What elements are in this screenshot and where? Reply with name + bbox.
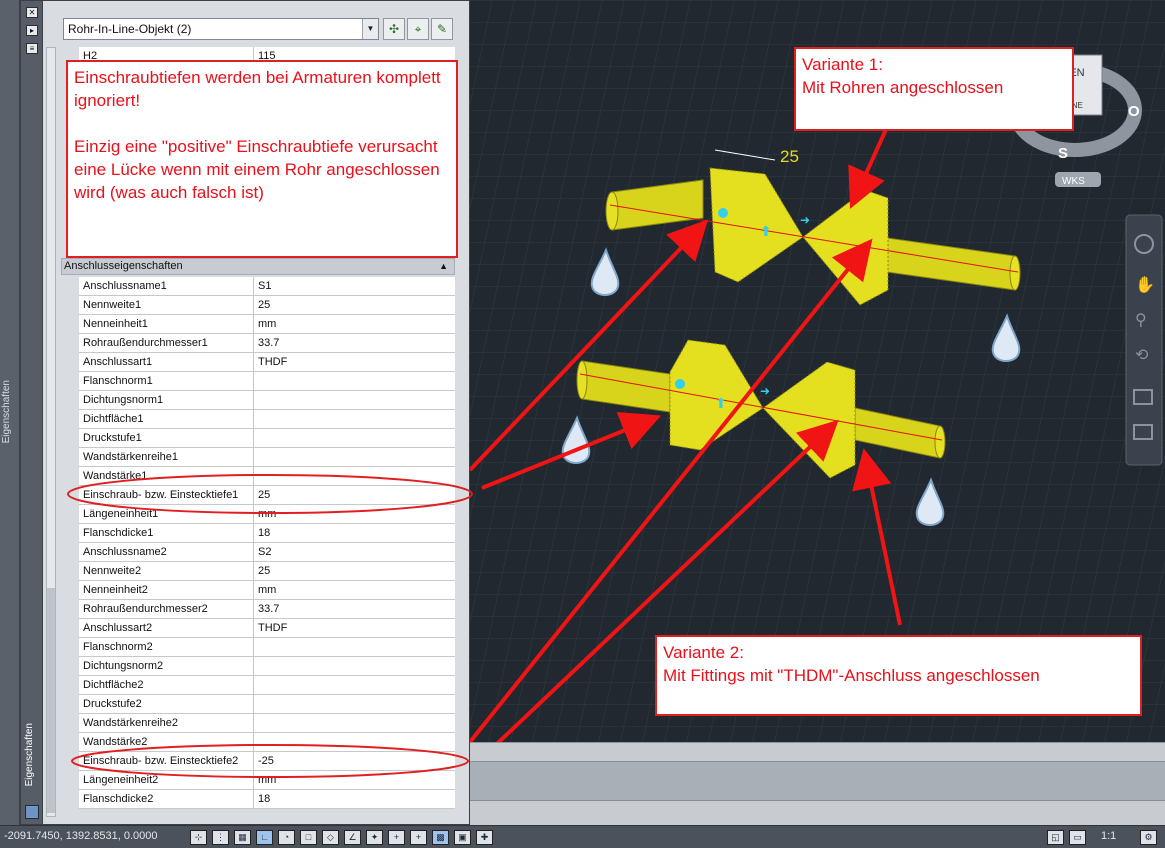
lineweight-icon[interactable]: + (410, 830, 427, 845)
variant2-callout: Variante 2: Mit Fittings mit "THDM"-Ansc… (655, 635, 1142, 716)
annotation-monitor-icon[interactable]: ✚ (476, 830, 493, 845)
cursor-coordinates[interactable]: -2091.7450, 1392.8531, 0.0000 (4, 830, 158, 842)
app-window: Eigenschaften ✕ ▸ ≡ Eigenschaften Rohr-I… (0, 0, 1165, 848)
dynamic-input-icon[interactable]: + (388, 830, 405, 845)
quick-view-icon[interactable]: ▭ (1069, 830, 1086, 845)
polar-tracking-icon[interactable]: ◔ (278, 830, 295, 845)
highlight-ellipse-1 (67, 474, 473, 514)
model-space-icon[interactable]: ◱ (1047, 830, 1064, 845)
snap-tracking-icon[interactable]: ∠ (344, 830, 361, 845)
snap-mode-icon[interactable]: ⋮ (212, 830, 229, 845)
transparency-icon[interactable]: ▩ (432, 830, 449, 845)
object-snap-icon[interactable]: □ (300, 830, 317, 845)
workspace-icon[interactable]: ⚙ (1140, 830, 1157, 845)
selection-cycling-icon[interactable]: ▣ (454, 830, 471, 845)
3d-object-snap-icon[interactable]: ◇ (322, 830, 339, 845)
status-bar: -2091.7450, 1392.8531, 0.0000 ⊹ ⋮ ▦ ∟ ◔ … (0, 825, 1165, 848)
highlight-ellipse-2 (71, 744, 469, 778)
dynamic-ucs-icon[interactable]: ✦ (366, 830, 383, 845)
ortho-mode-icon[interactable]: ∟ (256, 830, 273, 845)
grid-display-icon[interactable]: ▦ (234, 830, 251, 845)
note-callout: Einschraubtiefen werden bei Armaturen ko… (66, 60, 458, 258)
annotation-scale[interactable]: 1:1 (1101, 830, 1116, 842)
variant1-callout: Variante 1: Mit Rohren angeschlossen (794, 47, 1074, 131)
infer-constraints-icon[interactable]: ⊹ (190, 830, 207, 845)
